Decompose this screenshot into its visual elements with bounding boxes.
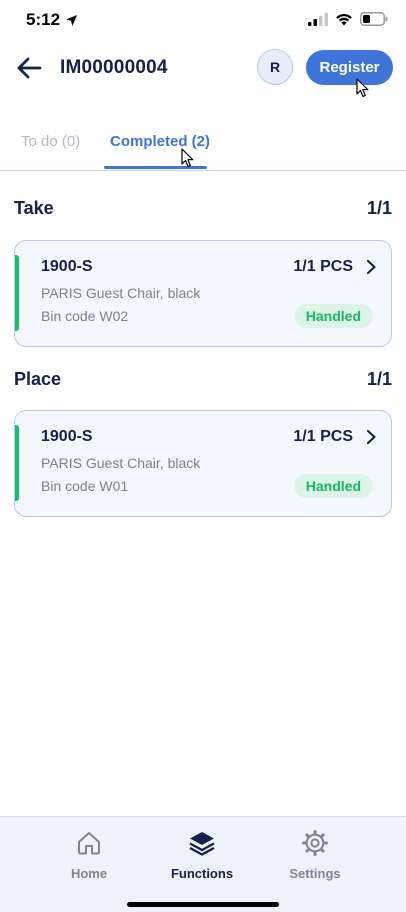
section-title: Place (14, 369, 62, 389)
nav-label: Settings (289, 866, 341, 881)
nav-label: Home (70, 866, 108, 881)
tab-to-do[interactable]: To do (0) (21, 133, 80, 150)
nav-item-home[interactable]: Home (44, 829, 134, 881)
item-quantity: 1/1 PCS (293, 428, 353, 445)
battery-icon (360, 12, 388, 26)
item-quantity: 1/1 PCS (293, 258, 353, 275)
avatar[interactable]: R (257, 49, 293, 85)
section-count: 1/1 (366, 198, 392, 218)
chevron-right-icon (366, 429, 376, 445)
section-header-place: Place 1/1 (14, 369, 392, 393)
location-arrow-icon (66, 14, 78, 26)
gear-icon (302, 830, 328, 856)
item-code: 1900-S (41, 428, 93, 445)
item-description: PARIS Guest Chair, black (41, 455, 201, 471)
status-badge: Handled (293, 304, 373, 328)
nav-label: Functions (170, 866, 234, 881)
bin-code: Bin code W01 (41, 478, 129, 494)
active-tab-indicator (104, 166, 207, 169)
nav-item-settings[interactable]: Settings (270, 829, 360, 881)
nav-item-functions[interactable]: Functions (157, 829, 247, 881)
status-bar: 5:12 (0, 0, 406, 40)
wifi-icon (336, 13, 352, 25)
section-title: Take (14, 198, 54, 218)
item-code: 1900-S (41, 258, 93, 275)
arrow-left-icon (17, 57, 42, 79)
line-card-take[interactable]: 1900-S 1/1 PCS PARIS Guest Chair, black … (14, 240, 392, 347)
app-header: IM00000004 R Register (0, 40, 406, 100)
status-stripe (15, 425, 19, 501)
section-header-take: Take 1/1 (14, 198, 392, 222)
home-icon (78, 832, 100, 855)
bin-code: Bin code W02 (41, 308, 129, 324)
section-count: 1/1 (366, 369, 392, 389)
status-badge: Handled (293, 474, 373, 498)
cellular-signal-icon (308, 12, 328, 26)
layers-icon (189, 832, 215, 856)
home-indicator (127, 902, 279, 907)
back-button[interactable] (14, 54, 44, 82)
status-stripe (15, 255, 19, 331)
item-description: PARIS Guest Chair, black (41, 285, 201, 301)
tab-bar: To do (0) Completed (2) (0, 125, 406, 171)
line-card-place[interactable]: 1900-S 1/1 PCS PARIS Guest Chair, black … (14, 410, 392, 517)
bottom-nav: Home Functions Settings (0, 816, 406, 912)
chevron-right-icon (366, 259, 376, 275)
status-time: 5:12 (26, 10, 61, 29)
tab-completed[interactable]: Completed (2) (110, 133, 210, 150)
register-button[interactable]: Register (306, 50, 393, 85)
page-title: IM00000004 (60, 57, 168, 78)
